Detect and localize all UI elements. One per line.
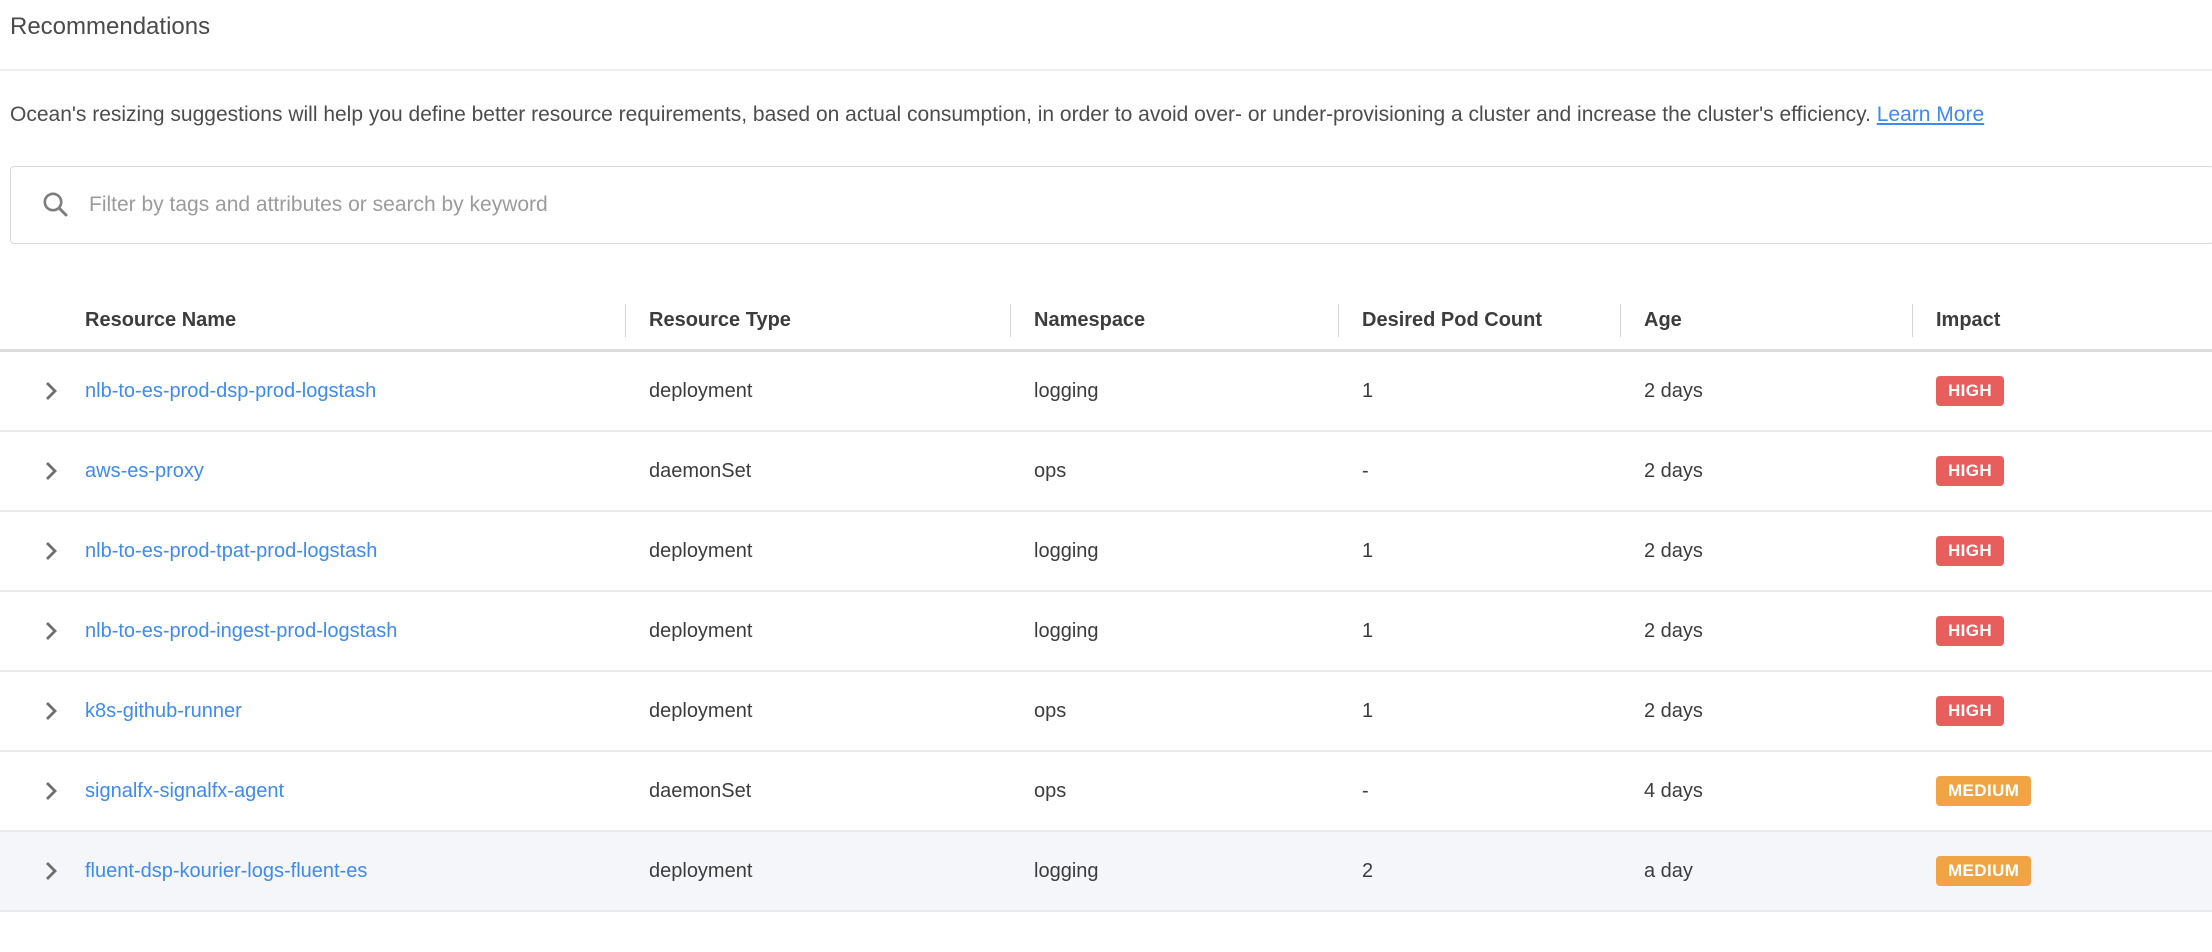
age-cell: a day xyxy=(1620,860,1912,883)
chevron-right-icon[interactable] xyxy=(42,700,59,722)
page-description: Ocean's resizing suggestions will help y… xyxy=(10,96,2198,133)
resource-name-link[interactable]: nlb-to-es-prod-ingest-prod-logstash xyxy=(85,620,397,643)
page-title: Recommendations xyxy=(10,12,2212,42)
age-cell: 2 days xyxy=(1620,380,1912,403)
impact-cell: HIGH xyxy=(1912,376,2212,406)
table-row[interactable]: aws-es-proxy daemonSet ops - 2 days HIGH xyxy=(0,432,2212,512)
age-cell: 2 days xyxy=(1620,540,1912,563)
namespace-cell: ops xyxy=(1010,700,1338,723)
column-header-resource-type: Resource Type xyxy=(625,292,1010,349)
age-cell: 2 days xyxy=(1620,700,1912,723)
search-icon xyxy=(41,190,71,220)
column-header-resource-name: Resource Name xyxy=(0,292,625,349)
impact-cell: HIGH xyxy=(1912,536,2212,566)
resource-type-cell: daemonSet xyxy=(625,460,1010,483)
chevron-right-icon[interactable] xyxy=(42,780,59,802)
impact-cell: HIGH xyxy=(1912,456,2212,486)
resource-name-link[interactable]: nlb-to-es-prod-dsp-prod-logstash xyxy=(85,380,376,403)
column-header-age: Age xyxy=(1620,292,1912,349)
column-header-desired-pod-count: Desired Pod Count xyxy=(1338,292,1620,349)
age-cell: 4 days xyxy=(1620,780,1912,803)
resource-name-link[interactable]: aws-es-proxy xyxy=(85,460,204,483)
impact-badge: HIGH xyxy=(1936,536,2004,566)
resource-type-cell: deployment xyxy=(625,860,1010,883)
age-cell: 2 days xyxy=(1620,460,1912,483)
resource-name-link[interactable]: nlb-to-es-prod-tpat-prod-logstash xyxy=(85,540,377,563)
resource-type-cell: deployment xyxy=(625,380,1010,403)
resource-name-link[interactable]: signalfx-signalfx-agent xyxy=(85,780,284,803)
namespace-cell: ops xyxy=(1010,460,1338,483)
namespace-cell: logging xyxy=(1010,540,1338,563)
learn-more-link[interactable]: Learn More xyxy=(1877,103,1984,126)
impact-badge: HIGH xyxy=(1936,616,2004,646)
impact-badge: HIGH xyxy=(1936,456,2004,486)
table-row[interactable]: k8s-github-runner deployment ops 1 2 day… xyxy=(0,672,2212,752)
impact-badge: MEDIUM xyxy=(1936,856,2031,886)
table-row[interactable]: nlb-to-es-prod-ingest-prod-logstash depl… xyxy=(0,592,2212,672)
recommendations-table: Resource Name Resource Type Namespace De… xyxy=(0,292,2212,912)
description-text: Ocean's resizing suggestions will help y… xyxy=(10,103,1871,126)
resource-name-link[interactable]: fluent-dsp-kourier-logs-fluent-es xyxy=(85,860,367,883)
recommendations-page: Recommendations Ocean's resizing suggest… xyxy=(0,12,2212,952)
desired-pod-count-cell: 1 xyxy=(1338,620,1620,643)
resource-name-link[interactable]: k8s-github-runner xyxy=(85,700,242,723)
impact-cell: HIGH xyxy=(1912,616,2212,646)
chevron-right-icon[interactable] xyxy=(42,620,59,642)
resource-type-cell: deployment xyxy=(625,700,1010,723)
desired-pod-count-cell: - xyxy=(1338,780,1620,803)
desired-pod-count-cell: - xyxy=(1338,460,1620,483)
impact-badge: MEDIUM xyxy=(1936,776,2031,806)
desired-pod-count-cell: 1 xyxy=(1338,540,1620,563)
table-row[interactable]: nlb-to-es-prod-dsp-prod-logstash deploym… xyxy=(0,352,2212,432)
namespace-cell: logging xyxy=(1010,380,1338,403)
column-header-impact: Impact xyxy=(1912,292,2212,349)
filter-search-box[interactable] xyxy=(10,166,2212,244)
impact-badge: HIGH xyxy=(1936,696,2004,726)
table-row[interactable]: signalfx-signalfx-agent daemonSet ops - … xyxy=(0,752,2212,832)
chevron-right-icon[interactable] xyxy=(42,460,59,482)
chevron-right-icon[interactable] xyxy=(42,380,59,402)
desired-pod-count-cell: 2 xyxy=(1338,860,1620,883)
desired-pod-count-cell: 1 xyxy=(1338,700,1620,723)
resource-type-cell: deployment xyxy=(625,620,1010,643)
title-divider xyxy=(0,69,2212,71)
namespace-cell: logging xyxy=(1010,860,1338,883)
age-cell: 2 days xyxy=(1620,620,1912,643)
impact-badge: HIGH xyxy=(1936,376,2004,406)
impact-cell: MEDIUM xyxy=(1912,776,2212,806)
impact-cell: HIGH xyxy=(1912,696,2212,726)
namespace-cell: ops xyxy=(1010,780,1338,803)
search-input[interactable] xyxy=(87,167,2212,243)
namespace-cell: logging xyxy=(1010,620,1338,643)
impact-cell: MEDIUM xyxy=(1912,856,2212,886)
table-header-row: Resource Name Resource Type Namespace De… xyxy=(0,292,2212,352)
column-header-namespace: Namespace xyxy=(1010,292,1338,349)
chevron-right-icon[interactable] xyxy=(42,540,59,562)
desired-pod-count-cell: 1 xyxy=(1338,380,1620,403)
table-row[interactable]: nlb-to-es-prod-tpat-prod-logstash deploy… xyxy=(0,512,2212,592)
chevron-right-icon[interactable] xyxy=(42,860,59,882)
table-row[interactable]: fluent-dsp-kourier-logs-fluent-es deploy… xyxy=(0,832,2212,912)
resource-type-cell: daemonSet xyxy=(625,780,1010,803)
resource-type-cell: deployment xyxy=(625,540,1010,563)
